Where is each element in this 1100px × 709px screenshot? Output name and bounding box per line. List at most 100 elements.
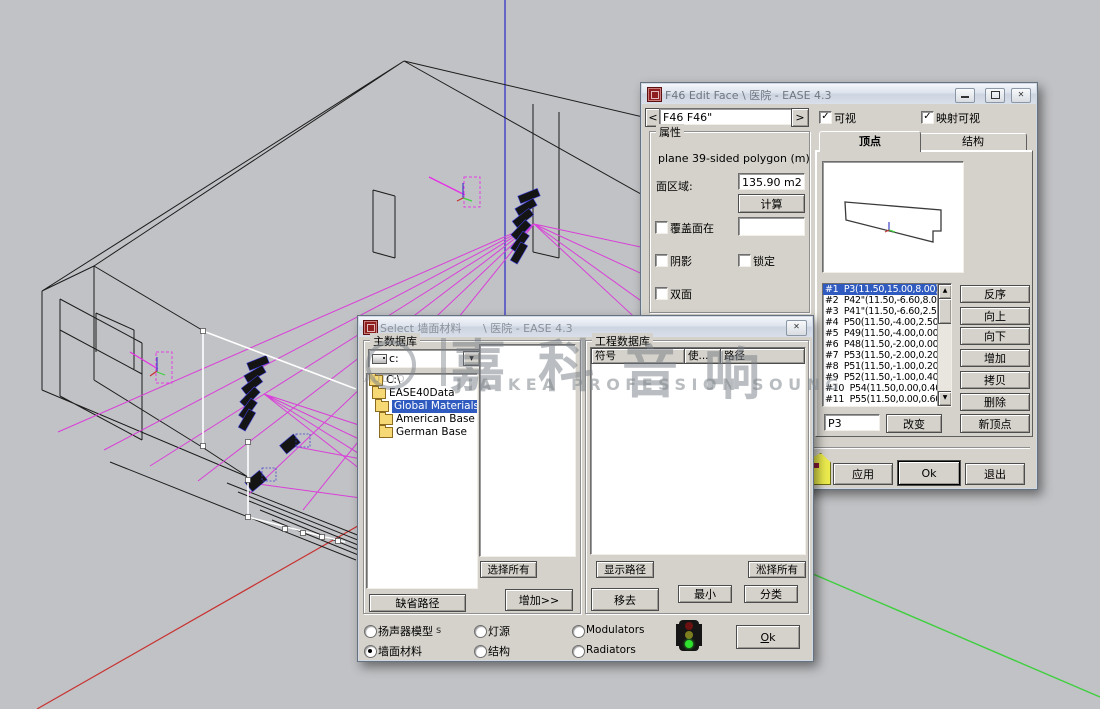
close-button[interactable]: ✕ — [786, 320, 807, 336]
tab-structure[interactable]: 结构 — [919, 133, 1027, 151]
vertex-row[interactable]: #3 P41"(11.50,-6.60,2.50) — [823, 306, 938, 317]
double-checkbox[interactable] — [655, 287, 668, 300]
scroll-down-button[interactable]: ▼ — [938, 391, 952, 406]
folder-tree[interactable]: C:\ EASE40Data Global Materials40 Americ… — [366, 373, 478, 589]
close-icon: ✕ — [793, 322, 800, 331]
radio-speaker-model[interactable] — [364, 625, 377, 638]
change-vertex-button[interactable]: 改变 — [886, 414, 942, 433]
vertex-row[interactable]: #4 P50(11.50,-4.00,2.50) — [823, 317, 938, 328]
area-label: 面区域: — [656, 178, 693, 194]
vertex-row[interactable]: #10 P54(11.50,0.00,0.40) — [823, 383, 938, 394]
vertex-name-field[interactable]: P3 — [824, 414, 880, 431]
radio-light-label: 灯源 — [488, 623, 510, 639]
select-titlebar[interactable]: Select 墙面材料 \ 医院 - EASE 4.3 ✕ — [359, 317, 812, 338]
tree-item[interactable]: EASE40Data — [367, 387, 477, 400]
visible-checkbox[interactable]: ✓ — [819, 111, 832, 124]
vertex-row[interactable]: #7 P53(11.50,-2.00,0.20) — [823, 350, 938, 361]
vertex-row[interactable]: #9 P52(11.50,-1.00,0.40) — [823, 372, 938, 383]
vertex-list[interactable]: #1 P3(11.50,15.00,8.00) #2 P42"(11.50,-6… — [822, 283, 952, 407]
ok-button[interactable]: Ok — [736, 625, 800, 649]
calc-button[interactable]: 计算 — [738, 194, 805, 213]
tree-item[interactable]: German Base — [367, 426, 477, 439]
move-down-button[interactable]: 向下 — [960, 327, 1030, 345]
f46-title: F46 Edit Face \ 医院 - EASE 4.3 — [665, 87, 832, 103]
radio-structure-label: 结构 — [488, 643, 510, 659]
drive-dropdown[interactable]: c: ▼ — [368, 349, 482, 368]
main-db-label: 主数据库 — [370, 333, 420, 349]
vertex-row[interactable]: #6 P48(11.50,-2.00,0.00) — [823, 339, 938, 350]
select-body: 主数据库 c: ▼ C:\ EASE40Data Global Material… — [359, 337, 812, 660]
column-path[interactable]: 路径 — [721, 348, 805, 364]
minimize-button[interactable] — [955, 88, 975, 103]
close-button[interactable]: ✕ — [1011, 88, 1031, 103]
folder-icon — [372, 388, 386, 399]
scrollbar-thumb[interactable] — [938, 298, 952, 324]
move-up-button[interactable]: 向上 — [960, 307, 1030, 325]
add-vertex-button[interactable]: 增加 — [960, 349, 1030, 367]
drive-value: c: — [389, 352, 399, 365]
radio-modulators[interactable] — [572, 625, 585, 638]
remove-button[interactable]: 移去 — [591, 588, 659, 611]
project-items-list[interactable]: 符号 使... 路径 — [590, 347, 806, 555]
green-light — [685, 640, 693, 648]
tree-item[interactable]: C:\ — [367, 374, 477, 387]
vertex-row[interactable]: #5 P49(11.50,-4.00,0.00) — [823, 328, 938, 339]
lock-label: 锁定 — [753, 253, 775, 269]
double-label: 双面 — [670, 286, 692, 302]
dropdown-arrow-button[interactable]: ▼ — [463, 351, 480, 366]
show-path-button[interactable]: 显示路径 — [596, 561, 654, 578]
ok-button[interactable]: Ok — [897, 460, 961, 486]
visible-label: 可视 — [834, 110, 856, 126]
vertex-row[interactable]: #2 P42"(11.50,-6.60,8.00) — [823, 295, 938, 306]
new-vertex-button[interactable]: 新顶点 — [960, 414, 1030, 433]
apply-button[interactable]: 应用 — [833, 463, 893, 485]
folder-icon — [375, 401, 389, 412]
radio-light-source[interactable] — [474, 625, 487, 638]
column-use[interactable]: 使... — [685, 348, 721, 364]
select-material-dialog[interactable]: Select 墙面材料 \ 医院 - EASE 4.3 ✕ 主数据库 c: ▼ … — [357, 315, 814, 662]
shadow-checkbox[interactable] — [655, 254, 668, 267]
radio-wall-material[interactable] — [364, 645, 377, 658]
selected-face-outline[interactable] — [201, 329, 357, 544]
exit-button[interactable]: 退出 — [965, 463, 1025, 485]
select-title-right: \ 医院 - EASE 4.3 — [483, 320, 573, 336]
mapped-visible-checkbox[interactable]: ✓ — [921, 111, 934, 124]
column-symbol[interactable]: 符号 — [591, 348, 685, 364]
select-all-button[interactable]: 选择所有 — [480, 561, 537, 578]
tab-vertices[interactable]: 顶点 — [819, 131, 921, 152]
stray-s-text: s — [436, 625, 441, 636]
face-name-field[interactable]: F46 F46" — [659, 108, 792, 125]
shadow-label: 阴影 — [670, 253, 692, 269]
close-icon: ✕ — [1018, 90, 1025, 99]
minimize-icon — [961, 96, 969, 98]
restore-button[interactable] — [985, 88, 1005, 103]
add-items-button[interactable]: 增加>> — [505, 589, 573, 611]
vertex-row[interactable]: #8 P51(11.50,-1.00,0.20) — [823, 361, 938, 372]
coat-field[interactable] — [738, 217, 805, 236]
sort-button[interactable]: 分类 — [744, 585, 798, 603]
radio-wall-label: 墙面材料 — [378, 643, 422, 659]
coat-checkbox[interactable] — [655, 221, 668, 234]
folder-icon — [369, 375, 383, 386]
traffic-light-icon — [679, 620, 699, 651]
radio-structure[interactable] — [474, 645, 487, 658]
vertex-row[interactable]: #1 P3(11.50,15.00,8.00) — [823, 284, 938, 295]
vertices-tabpage: #1 P3(11.50,15.00,8.00) #2 P42"(11.50,-6… — [815, 150, 1033, 437]
lock-checkbox[interactable] — [738, 254, 751, 267]
radio-speaker-label: 扬声器模型 — [378, 623, 433, 639]
radio-radiators-label: Radiators — [586, 644, 636, 656]
available-items-list[interactable] — [479, 344, 576, 557]
vertex-row[interactable]: #11 P55(11.50,0.00,0.60) — [823, 394, 938, 405]
delete-vertex-button[interactable]: 删除 — [960, 393, 1030, 411]
default-path-button[interactable]: 缺省路径 — [369, 594, 466, 612]
f46-titlebar[interactable]: F46 Edit Face \ 医院 - EASE 4.3 ✕ — [642, 84, 1036, 105]
radio-radiators[interactable] — [572, 645, 585, 658]
select-all2-button[interactable]: 淞择所有 — [748, 561, 806, 578]
reverse-button[interactable]: 反序 — [960, 285, 1030, 303]
next-face-button[interactable]: > — [791, 108, 809, 127]
scroll-up-button[interactable]: ▲ — [938, 284, 952, 299]
attributes-group: 属性 plane 39-sided polygon (m) 面区域: 135.9… — [649, 131, 810, 313]
minimize-list-button[interactable]: 最小 — [678, 585, 732, 603]
vertex-scrollbar[interactable]: ▲ ▼ — [937, 284, 951, 406]
copy-vertex-button[interactable]: 拷贝 — [960, 371, 1030, 389]
